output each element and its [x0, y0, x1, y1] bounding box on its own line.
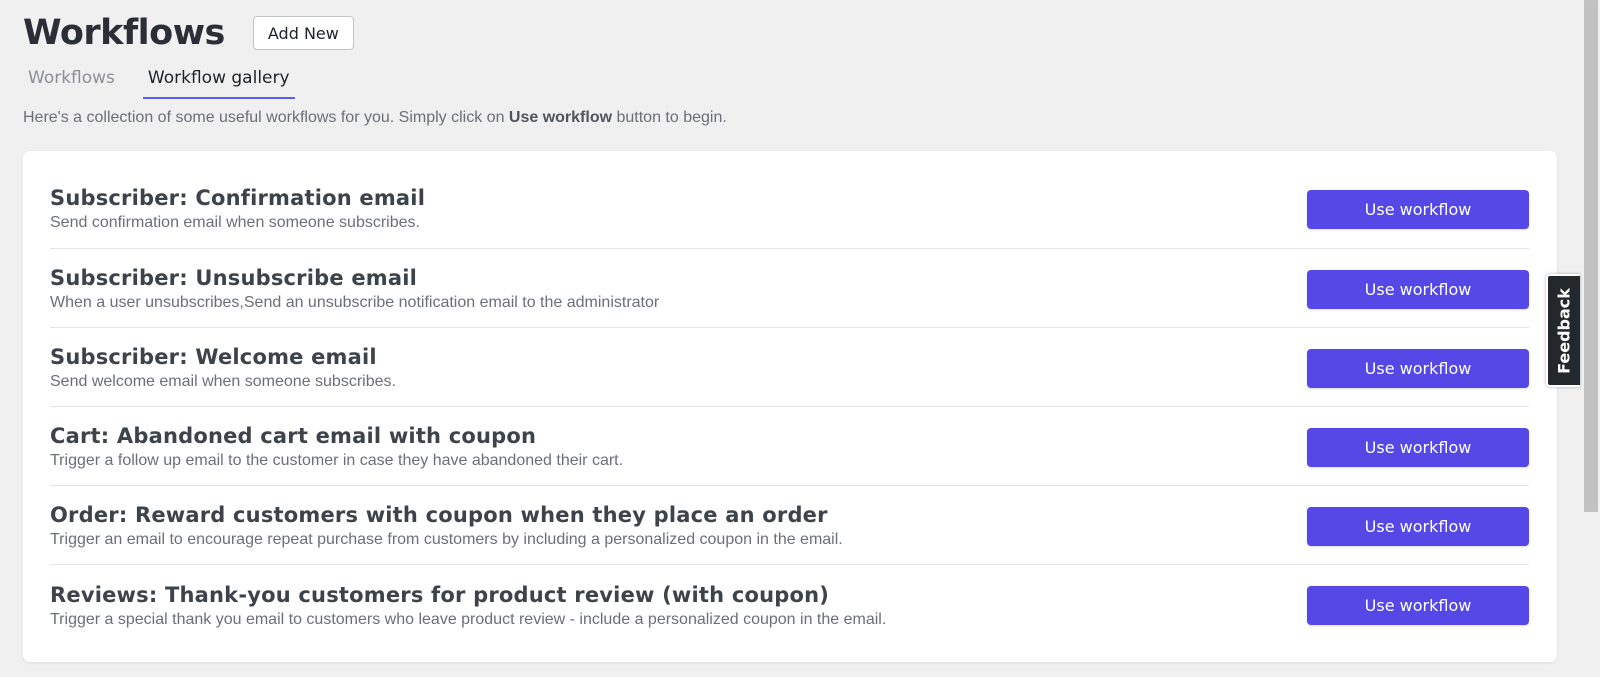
workflow-row: Subscriber: Welcome email Send welcome e…	[50, 328, 1529, 407]
add-new-button[interactable]: Add New	[252, 16, 354, 50]
use-workflow-button[interactable]: Use workflow	[1307, 269, 1529, 309]
intro-text-after: button to begin.	[612, 109, 727, 126]
tab-workflow-gallery[interactable]: Workflow gallery	[142, 64, 295, 99]
use-workflow-button[interactable]: Use workflow	[1307, 189, 1529, 229]
tab-workflows[interactable]: Workflows	[23, 64, 120, 99]
use-workflow-button[interactable]: Use workflow	[1307, 586, 1529, 625]
page-scrollbar[interactable]	[1582, 0, 1600, 677]
intro-text: Here's a collection of some useful workf…	[23, 109, 727, 127]
workflow-title: Reviews: Thank-you customers for product…	[50, 582, 830, 607]
intro-text-before: Here's a collection of some useful workf…	[23, 109, 509, 126]
workflow-text: Cart: Abandoned cart email with coupon T…	[50, 424, 623, 470]
workflow-row: Cart: Abandoned cart email with coupon T…	[50, 407, 1529, 486]
scrollbar-thumb[interactable]	[1584, 0, 1598, 512]
use-workflow-button[interactable]: Use workflow	[1307, 506, 1529, 546]
workflow-text: Subscriber: Confirmation email Send conf…	[50, 186, 425, 232]
workflow-title: Subscriber: Welcome email	[50, 345, 377, 369]
page-header: Workflows Add New	[23, 12, 354, 54]
intro-text-bold: Use workflow	[508, 109, 613, 126]
workflow-description: Trigger a special thank you email to cus…	[50, 610, 887, 628]
workflow-title: Cart: Abandoned cart email with coupon	[50, 424, 537, 448]
feedback-label: Feedback	[1554, 287, 1574, 374]
feedback-tab[interactable]: Feedback	[1546, 274, 1580, 387]
workflow-row: Reviews: Thank-you customers for product…	[50, 565, 1529, 644]
workflow-title: Subscriber: Unsubscribe email	[50, 266, 418, 290]
workflow-description: Trigger a follow up email to the custome…	[50, 452, 624, 469]
tab-bar: Workflows Workflow gallery	[23, 64, 318, 99]
workflow-row: Order: Reward customers with coupon when…	[50, 486, 1529, 565]
use-workflow-button[interactable]: Use workflow	[1307, 348, 1529, 388]
workflow-row: Subscriber: Unsubscribe email When a use…	[50, 249, 1529, 328]
workflow-row: Subscriber: Confirmation email Send conf…	[50, 151, 1529, 249]
workflow-text: Order: Reward customers with coupon when…	[50, 503, 843, 549]
workflow-description: When a user unsubscribes,Send an unsubsc…	[50, 294, 660, 311]
workflow-title: Order: Reward customers with coupon when…	[50, 503, 828, 527]
use-workflow-button[interactable]: Use workflow	[1307, 427, 1529, 467]
workflow-title: Subscriber: Confirmation email	[50, 186, 426, 210]
workflow-text: Subscriber: Unsubscribe email When a use…	[50, 266, 659, 312]
workflow-description: Send welcome email when someone subscrib…	[50, 373, 396, 390]
workflow-description: Send confirmation email when someone sub…	[50, 214, 420, 231]
workflow-gallery-card: Subscriber: Confirmation email Send conf…	[23, 151, 1557, 662]
workflow-text: Reviews: Thank-you customers for product…	[50, 583, 886, 629]
workflow-description: Trigger an email to encourage repeat pur…	[50, 531, 843, 548]
workflow-text: Subscriber: Welcome email Send welcome e…	[50, 345, 396, 391]
page-title: Workflows	[23, 13, 225, 53]
